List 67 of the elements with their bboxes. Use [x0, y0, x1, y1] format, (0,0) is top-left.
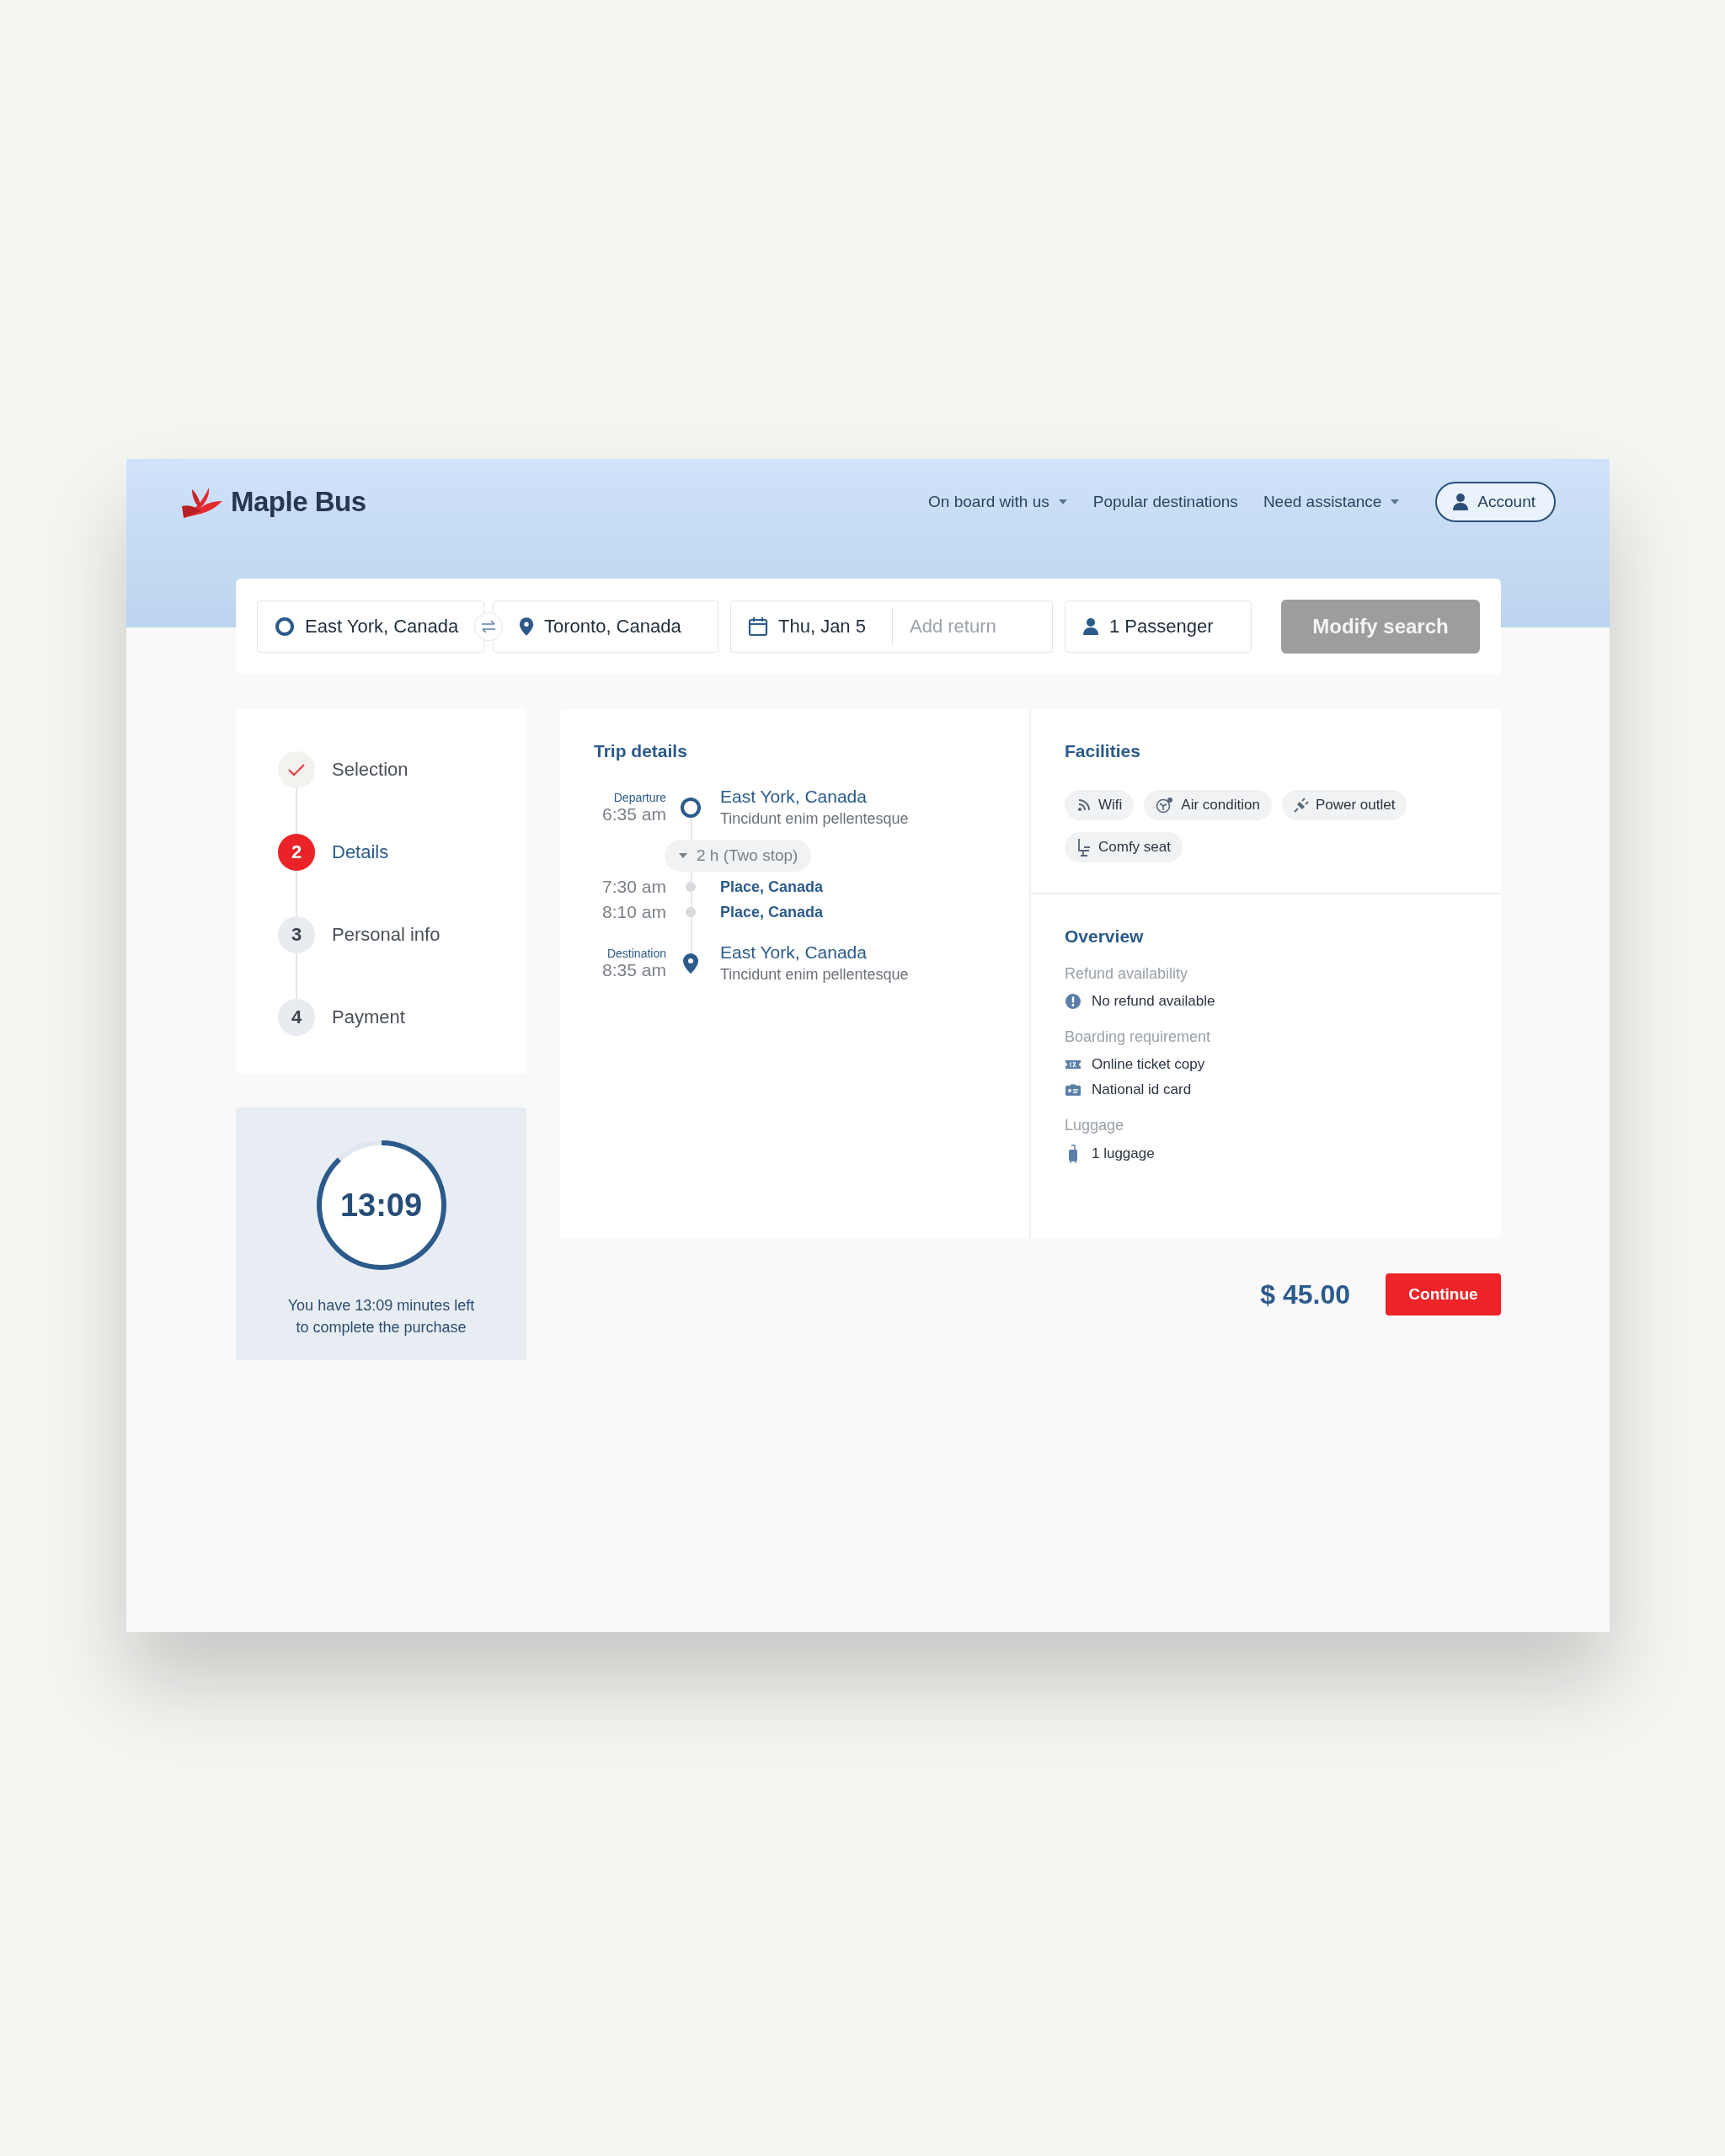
overview-item: No refund available	[1092, 993, 1215, 1010]
nav-link[interactable]: Need assistance	[1263, 493, 1401, 511]
step-label: Payment	[332, 1006, 405, 1028]
section-title: Facilities	[1065, 741, 1141, 761]
id-card-icon	[1065, 1083, 1081, 1097]
overview-heading: Boarding requirement	[1065, 1028, 1212, 1046]
stop-place: Place, Canada	[720, 903, 825, 921]
swap-icon	[480, 620, 497, 633]
seat-icon	[1076, 838, 1092, 857]
step-label: Personal info	[332, 924, 441, 946]
stop-time: 7:30 am	[602, 877, 666, 897]
facility-tag: Comfy seat	[1065, 832, 1183, 862]
stop-detail: Tincidunt enim pellentesque	[720, 966, 910, 984]
nav-link[interactable]: Popular destinations	[1092, 493, 1238, 511]
person-icon	[1452, 493, 1470, 511]
stop-place: Place, Canada	[720, 878, 825, 896]
step-number: 4	[278, 999, 315, 1036]
section-title: Trip details	[594, 741, 688, 761]
facility-tag: Wifi	[1065, 790, 1135, 820]
ticket-icon	[1065, 1059, 1081, 1070]
stop-place: East York, Canada	[720, 942, 868, 963]
caret-icon	[1390, 499, 1401, 505]
section-title: Overview	[1065, 926, 1145, 947]
passenger-field[interactable]: 1 Passenger	[1065, 600, 1252, 653]
price: $ 45.00	[1260, 1278, 1350, 1310]
account-button[interactable]: Account	[1435, 482, 1556, 522]
person-icon	[1082, 617, 1099, 636]
brand-name: Maple Bus	[231, 486, 366, 518]
stop-dot	[686, 907, 696, 917]
overview-item: 1 luggage	[1092, 1145, 1155, 1162]
destination-field[interactable]: Toronto, Canada	[493, 600, 718, 653]
overview-item: Online ticket copy	[1092, 1056, 1205, 1073]
alert-icon	[1065, 993, 1081, 1010]
check-icon	[288, 763, 305, 776]
facility-tag: Power outlet	[1281, 790, 1407, 820]
location-pin-icon	[519, 616, 534, 637]
stop-dot	[686, 882, 696, 892]
stop-detail: Tincidunt enim pellentesque	[720, 810, 910, 828]
step-label: Details	[332, 841, 389, 863]
overview-item: National id card	[1092, 1081, 1192, 1098]
circle-icon	[275, 616, 295, 637]
origin-icon	[681, 797, 701, 818]
overview-heading: Luggage	[1065, 1117, 1125, 1134]
stop-place: East York, Canada	[720, 787, 868, 807]
facility-tag: Air condition	[1144, 790, 1272, 820]
caret-icon	[1057, 499, 1068, 505]
step-number: 2	[278, 834, 315, 871]
countdown-time: 13:09	[339, 1187, 423, 1224]
stop-caption: Destination	[606, 946, 666, 960]
fan-icon	[1156, 797, 1175, 814]
nav-link[interactable]: On board with us	[928, 493, 1068, 511]
continue-button[interactable]: Continue	[1386, 1273, 1501, 1315]
stop-time: 8:10 am	[602, 902, 666, 922]
origin-field[interactable]: East York, Canada	[257, 600, 484, 653]
luggage-icon	[1067, 1145, 1079, 1163]
caret-icon	[678, 852, 688, 859]
location-pin-icon	[682, 952, 699, 974]
step-label: Selection	[332, 759, 409, 781]
plug-icon	[1293, 798, 1309, 813]
overview-heading: Refund availability	[1065, 965, 1189, 983]
signal-icon	[1076, 798, 1092, 813]
duration-toggle[interactable]: 2 h (Two stop)	[665, 840, 812, 872]
countdown-message: You have 13:09 minutes left to complete the purchase	[286, 1296, 476, 1337]
step-number: 3	[278, 916, 315, 953]
stop-caption: Departure	[613, 790, 666, 804]
stop-time: 8:35 am	[602, 959, 666, 980]
stop-time: 6:35 am	[602, 803, 666, 825]
